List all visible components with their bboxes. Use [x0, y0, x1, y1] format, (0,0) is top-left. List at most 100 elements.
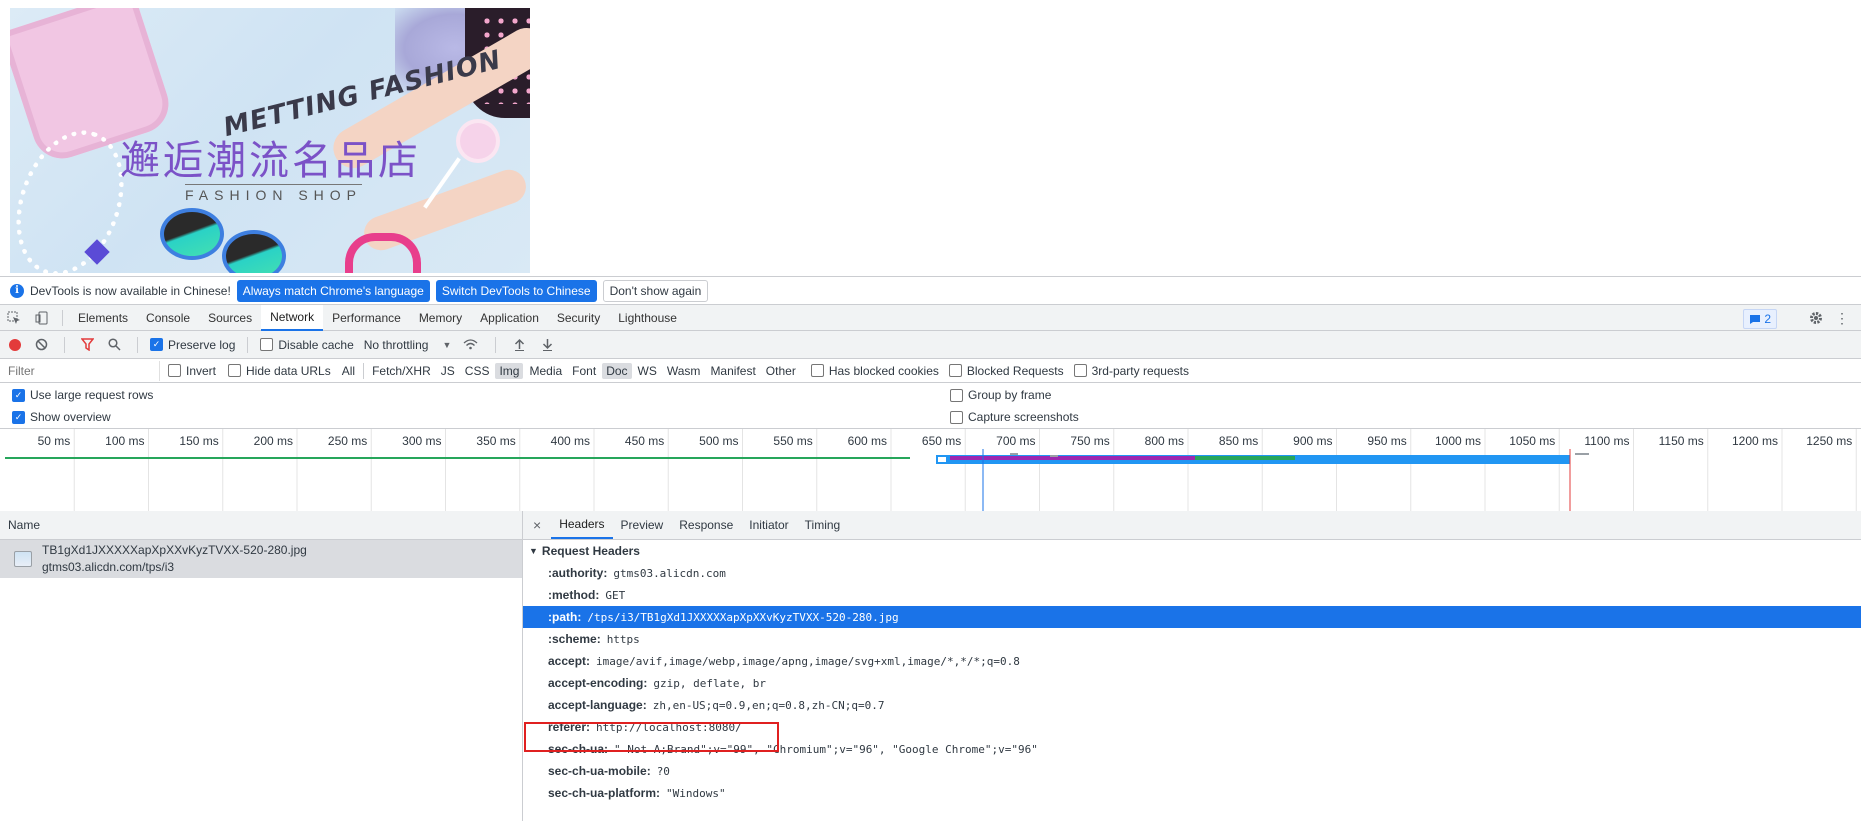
header-value: https	[606, 632, 640, 646]
header-key: sec-ch-ua:	[548, 742, 609, 756]
timeline-green-line	[5, 457, 910, 459]
header-row[interactable]: accept-language: zh,en-US;q=0.9,en;q=0.8,…	[523, 694, 1861, 716]
dont-show-again-button[interactable]: Don't show again	[602, 279, 709, 302]
match-language-button[interactable]: Always match Chrome's language	[236, 279, 430, 302]
throttling-select[interactable]: No throttling ▼	[364, 338, 452, 352]
filter-input[interactable]	[0, 360, 160, 381]
invert-label: Invert	[186, 363, 217, 378]
search-icon[interactable]	[103, 332, 125, 358]
has-blocked-cookies-checkbox[interactable]: Has blocked cookies	[810, 364, 939, 378]
request-headers-section[interactable]: ▼ Request Headers	[523, 540, 1861, 562]
more-options-icon[interactable]: ⋮	[1833, 309, 1851, 327]
import-har-icon[interactable]	[508, 332, 530, 358]
header-row[interactable]: :method: GET	[523, 584, 1861, 606]
clear-icon[interactable]	[30, 332, 52, 358]
filter-type-media[interactable]: Media	[525, 363, 566, 379]
network-toolbar: ✓ Preserve log Disable cache No throttlin…	[0, 331, 1861, 359]
timeline-tick-label: 1250 ms	[1806, 434, 1852, 448]
tab-lighthouse[interactable]: Lighthouse	[609, 305, 686, 331]
timeline-tick-label: 150 ms	[179, 434, 218, 448]
header-row[interactable]: :authority: gtms03.alicdn.com	[523, 562, 1861, 584]
filter-type-all[interactable]: All	[338, 363, 359, 379]
record-icon[interactable]	[6, 332, 24, 358]
header-row[interactable]: accept-encoding: gzip, deflate, br	[523, 672, 1861, 694]
filter-type-fetch-xhr[interactable]: Fetch/XHR	[368, 363, 435, 379]
third-party-label: 3rd-party requests	[1091, 363, 1189, 378]
header-value: gzip, deflate, br	[653, 676, 766, 690]
header-key: sec-ch-ua-platform:	[548, 786, 661, 800]
request-file-name: TB1gXd1JXXXXXapXpXXvKyzTVXX-520-280.jpg	[42, 543, 307, 557]
tab-elements[interactable]: Elements	[69, 305, 137, 331]
capture-screenshots-label: Capture screenshots	[968, 410, 1079, 424]
third-party-checkbox[interactable]: 3rd-party requests	[1073, 363, 1189, 378]
timeline-tick-label: 550 ms	[773, 434, 812, 448]
issues-badge[interactable]: 2	[1743, 309, 1777, 329]
filter-type-font[interactable]: Font	[568, 363, 600, 379]
header-row[interactable]: sec-ch-ua-mobile: ?0	[523, 760, 1861, 782]
filter-type-css[interactable]: CSS	[461, 363, 494, 379]
tab-performance[interactable]: Performance	[323, 305, 410, 331]
tab-sources[interactable]: Sources	[199, 305, 261, 331]
toolbar-divider	[137, 336, 138, 353]
switch-chinese-button[interactable]: Switch DevTools to Chinese	[435, 279, 597, 302]
header-row[interactable]: sec-ch-ua: " Not A;Brand";v="99", "Chromi…	[523, 738, 1861, 760]
gear-icon[interactable]	[1807, 309, 1825, 327]
tab-application[interactable]: Application	[471, 305, 548, 331]
tab-network[interactable]: Network	[261, 304, 324, 331]
device-toolbar-icon[interactable]	[28, 305, 56, 331]
header-value: /tps/i3/TB1gXd1JXXXXXapXpXXvKyzTVXX-520-…	[587, 610, 899, 624]
timeline-tick-label: 750 ms	[1070, 434, 1109, 448]
tab-timing[interactable]: Timing	[797, 511, 849, 539]
timeline-queue-marker	[938, 457, 946, 462]
filter-type-js[interactable]: JS	[437, 363, 459, 379]
close-icon[interactable]: ×	[523, 511, 551, 539]
page-banner-image: METTING FASHION 邂逅潮流名品店 FASHION SHOP	[10, 8, 530, 273]
timeline-tick-label: 400 ms	[551, 434, 590, 448]
disable-cache-checkbox[interactable]: Disable cache	[260, 338, 354, 352]
banner-subtitle: FASHION SHOP	[185, 184, 363, 203]
hide-data-urls-checkbox[interactable]: Hide data URLs	[228, 364, 331, 378]
timeline-tick-label: 600 ms	[848, 434, 887, 448]
network-overview-timeline[interactable]: 50 ms 100 ms 150 ms 200 ms 250 ms 300 ms 350 m…	[0, 429, 1861, 512]
filter-type-other[interactable]: Other	[762, 363, 800, 379]
export-har-icon[interactable]	[536, 332, 558, 358]
header-row[interactable]: :scheme: https	[523, 628, 1861, 650]
filter-type-ws[interactable]: WS	[634, 363, 661, 379]
name-column-header[interactable]: Name	[0, 511, 522, 540]
header-row[interactable]: :path: /tps/i3/TB1gXd1JXXXXXapXpXXvKyzTVX…	[523, 606, 1861, 628]
inspect-element-icon[interactable]	[0, 305, 28, 331]
header-row[interactable]: sec-ch-ua-platform: "Windows"	[523, 782, 1861, 804]
header-key: accept-language:	[548, 698, 647, 712]
tab-preview[interactable]: Preview	[613, 511, 672, 539]
filter-type-manifest[interactable]: Manifest	[706, 363, 759, 379]
tab-memory[interactable]: Memory	[410, 305, 471, 331]
tab-security[interactable]: Security	[548, 305, 609, 331]
request-row[interactable]: TB1gXd1JXXXXXapXpXXvKyzTVXX-520-280.jpg …	[0, 540, 522, 578]
blocked-requests-checkbox[interactable]: Blocked Requests	[948, 364, 1064, 378]
request-host: gtms03.alicdn.com/tps/i3	[42, 560, 175, 574]
show-overview-checkbox[interactable]: ✓ Show overview	[12, 410, 111, 424]
capture-screenshots-checkbox[interactable]: Capture screenshots	[950, 410, 1079, 424]
large-rows-checkbox[interactable]: ✓ Use large request rows	[12, 388, 153, 402]
header-row[interactable]: referer: http://localhost:8080/	[523, 716, 1861, 738]
filter-type-wasm[interactable]: Wasm	[663, 363, 705, 379]
tab-initiator[interactable]: Initiator	[741, 511, 796, 539]
preserve-log-checkbox[interactable]: ✓ Preserve log	[150, 338, 235, 352]
toolbar-divider	[495, 336, 497, 353]
timeline-tick-label: 1100 ms	[1584, 434, 1629, 448]
tab-headers[interactable]: Headers	[551, 511, 613, 539]
group-by-frame-checkbox[interactable]: Group by frame	[950, 388, 1051, 402]
banner-sunglasses-right	[222, 230, 286, 273]
filter-type-img[interactable]: Img	[495, 362, 524, 379]
header-key: :authority:	[548, 566, 608, 580]
group-by-frame-label: Group by frame	[968, 388, 1052, 402]
network-conditions-icon[interactable]	[457, 332, 483, 358]
tab-response[interactable]: Response	[671, 511, 741, 539]
tab-console[interactable]: Console	[137, 305, 199, 331]
header-row[interactable]: accept: image/avif,image/webp,image/apng,…	[523, 650, 1861, 672]
header-value: gtms03.alicdn.com	[613, 566, 726, 580]
filter-type-doc[interactable]: Doc	[602, 362, 632, 379]
filter-icon[interactable]	[77, 332, 97, 358]
invert-checkbox[interactable]: Invert	[168, 364, 216, 378]
timeline-tick-label: 500 ms	[699, 434, 738, 448]
